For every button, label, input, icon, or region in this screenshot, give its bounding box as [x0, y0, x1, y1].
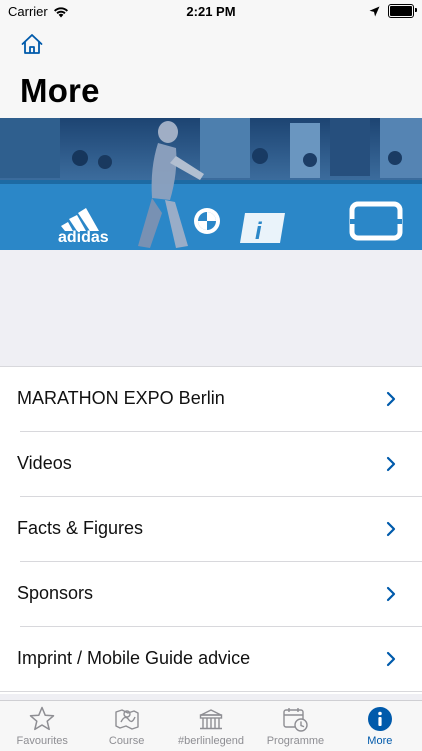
- chevron-right-icon: [386, 391, 396, 407]
- calendar-clock-icon: [283, 708, 309, 732]
- menu-item-facts-figures[interactable]: Facts & Figures: [0, 497, 422, 562]
- menu-item-imprint[interactable]: Imprint / Mobile Guide advice: [0, 627, 422, 692]
- tab-bar: Favourites Course #berlinlegend Programm…: [0, 700, 422, 751]
- tab-label: More: [367, 735, 393, 747]
- page-title: More: [20, 72, 100, 109]
- tab-label: #berlinlegend: [177, 735, 245, 747]
- info-icon: [367, 707, 392, 731]
- tab-label: Course: [108, 735, 145, 747]
- more-menu-list: MARATHON EXPO Berlin Videos Facts & Figu…: [0, 366, 422, 694]
- menu-item-videos[interactable]: Videos: [0, 432, 422, 497]
- battery-icon: [388, 4, 417, 18]
- star-icon: [29, 706, 55, 731]
- tab-favourites[interactable]: Favourites: [0, 701, 84, 751]
- menu-item-label: Facts & Figures: [17, 518, 144, 538]
- tab-berlinlegend[interactable]: #berlinlegend: [169, 701, 253, 751]
- menu-item-marathon-expo[interactable]: MARATHON EXPO Berlin: [0, 367, 422, 432]
- tab-course[interactable]: Course: [84, 701, 168, 751]
- hero-banner-image: adidas i: [0, 118, 422, 250]
- gate-icon: [199, 709, 223, 730]
- location-arrow-icon: [369, 6, 380, 16]
- map-icon: [114, 709, 139, 730]
- bmw-logo: [194, 208, 220, 234]
- content-spacer: [0, 250, 422, 366]
- status-bar: Carrier 2:21 PM: [0, 0, 422, 24]
- menu-item-label: Videos: [17, 453, 72, 473]
- menu-item-label: Imprint / Mobile Guide advice: [17, 648, 251, 668]
- chevron-right-icon: [386, 456, 396, 472]
- clock: 2:21 PM: [186, 4, 236, 19]
- tab-label: Programme: [266, 735, 325, 747]
- menu-item-sponsors[interactable]: Sponsors: [0, 562, 422, 627]
- chevron-right-icon: [386, 586, 396, 602]
- menu-item-label: MARATHON EXPO Berlin: [17, 388, 225, 408]
- tab-label: Favourites: [16, 735, 68, 747]
- tab-programme[interactable]: Programme: [253, 701, 337, 751]
- chevron-right-icon: [386, 651, 396, 667]
- svg-text:adidas: adidas: [58, 229, 109, 246]
- menu-item-label: Sponsors: [17, 583, 94, 603]
- home-icon[interactable]: [20, 32, 44, 56]
- chevron-right-icon: [386, 521, 396, 537]
- tab-more[interactable]: More: [338, 701, 422, 751]
- navigation-bar: More: [0, 24, 422, 118]
- marathon-runner-photo: adidas i: [0, 118, 422, 250]
